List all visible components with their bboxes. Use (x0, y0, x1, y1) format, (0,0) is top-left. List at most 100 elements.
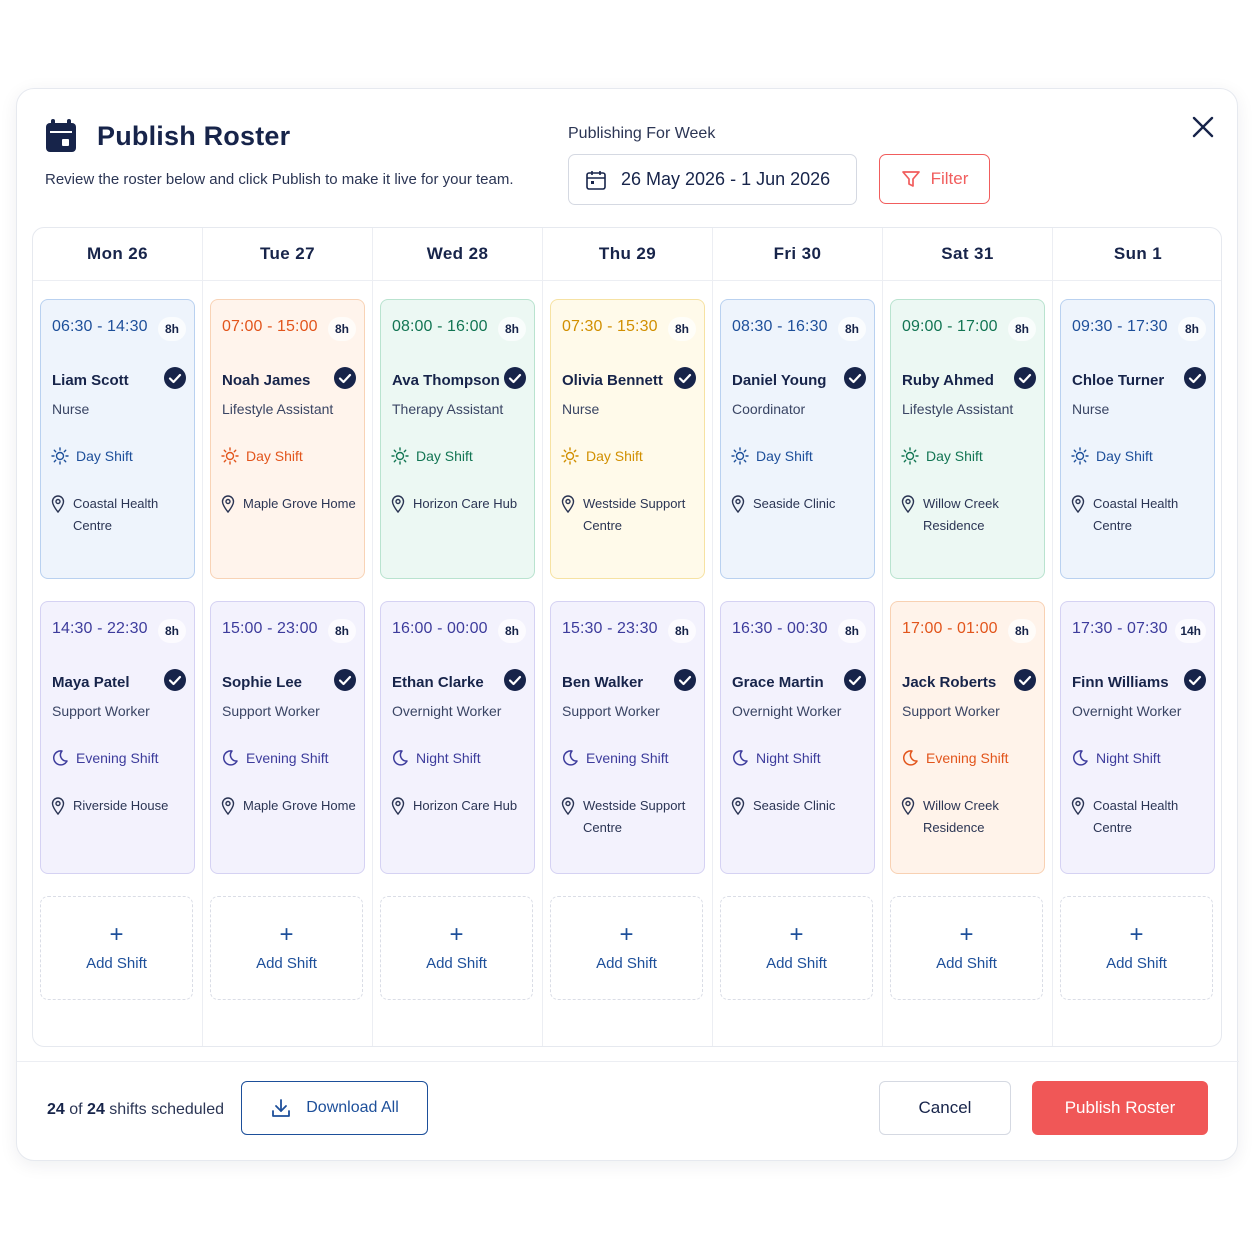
plus-icon: + (959, 920, 974, 948)
staff-name: Ruby Ahmed (902, 372, 994, 389)
shift-card[interactable]: 09:30 - 17:30 8h Chloe Turner Nurse Day Shif… (1060, 299, 1215, 579)
shift-card[interactable]: 08:30 - 16:30 8h Daniel Young Coordinator Da… (720, 299, 875, 579)
add-shift-button[interactable]: + Add Shift (890, 896, 1043, 1000)
location-label: Horizon Care Hub (413, 798, 518, 813)
check-circle-icon (1014, 367, 1036, 389)
shift-time: 09:30 - 17:30 (1072, 318, 1168, 335)
location-label: Seaside Clinic (753, 496, 836, 511)
add-shift-button[interactable]: + Add Shift (720, 896, 873, 1000)
shift-location: Westside Support Centre (561, 493, 701, 537)
shift-duration-badge: 8h (1008, 619, 1036, 643)
check-circle-icon (164, 669, 186, 691)
shift-duration-badge: 8h (1178, 317, 1206, 341)
map-pin-icon (901, 797, 915, 815)
cancel-button[interactable]: Cancel (879, 1081, 1011, 1135)
shift-location: Horizon Care Hub (391, 795, 531, 817)
day-column: Thu 29 07:30 - 15:30 8h Olivia Bennett Nurse… (543, 228, 713, 1046)
scheduled-count: 24 (47, 1101, 65, 1118)
check-circle-icon (1184, 367, 1206, 389)
shift-duration-badge: 8h (158, 317, 186, 341)
day-header: Mon 26 (33, 228, 202, 281)
shift-location: Maple Grove Home (221, 795, 361, 817)
shift-duration-badge: 14h (1175, 619, 1206, 643)
map-pin-icon (391, 495, 405, 513)
shift-location: Willow Creek Residence (901, 493, 1041, 537)
shift-location: Seaside Clinic (731, 795, 871, 817)
shift-card[interactable]: 15:00 - 23:00 8h Sophie Lee Support Worker E… (210, 601, 365, 874)
shift-card[interactable]: 08:00 - 16:00 8h Ava Thompson Therapy Assis… (380, 299, 535, 579)
publish-roster-button[interactable]: Publish Roster (1032, 1081, 1208, 1135)
shift-card[interactable]: 14:30 - 22:30 8h Maya Patel Support Worker E… (40, 601, 195, 874)
shift-card[interactable]: 17:00 - 01:00 8h Jack Roberts Support Worke… (890, 601, 1045, 874)
location-label: Horizon Care Hub (413, 496, 518, 511)
map-pin-icon (901, 495, 915, 513)
staff-role: Nurse (562, 401, 600, 417)
check-circle-icon (164, 367, 186, 389)
add-shift-button[interactable]: + Add Shift (210, 896, 363, 1000)
add-shift-button[interactable]: + Add Shift (550, 896, 703, 1000)
staff-role: Therapy Assistant (392, 401, 504, 417)
shift-card[interactable]: 07:30 - 15:30 8h Olivia Bennett Nurse Day Sh… (550, 299, 705, 579)
shift-card[interactable]: 07:00 - 15:00 8h Noah James Lifestyle Assis… (210, 299, 365, 579)
shift-card[interactable]: 15:30 - 23:30 8h Ben Walker Support Worker E… (550, 601, 705, 874)
staff-role: Support Worker (222, 703, 320, 719)
shift-duration-badge: 8h (668, 619, 696, 643)
staff-role: Support Worker (902, 703, 1000, 719)
add-shift-button[interactable]: + Add Shift (40, 896, 193, 1000)
shift-duration-badge: 8h (838, 317, 866, 341)
staff-role: Overnight Worker (392, 703, 502, 719)
shift-type: Evening Shift (901, 749, 1009, 767)
shift-time: 17:30 - 07:30 (1072, 620, 1168, 637)
shift-time: 06:30 - 14:30 (52, 318, 148, 335)
day-column: Fri 30 08:30 - 16:30 8h Daniel Young Coordin… (713, 228, 883, 1046)
plus-icon: + (1129, 920, 1144, 948)
shift-card[interactable]: 06:30 - 14:30 8h Liam Scott Nurse Day Shift C… (40, 299, 195, 579)
location-label: Coastal Health Centre (1093, 798, 1179, 835)
shift-location: Willow Creek Residence (901, 795, 1041, 839)
filter-button[interactable]: Filter (879, 154, 990, 204)
shift-type-label: Day Shift (926, 448, 983, 464)
check-circle-icon (1184, 669, 1206, 691)
sun-icon (51, 447, 69, 465)
staff-name: Finn Williams (1072, 674, 1169, 691)
moon-icon (52, 750, 68, 766)
week-label: Publishing For Week (568, 125, 716, 142)
staff-role: Support Worker (562, 703, 660, 719)
plus-icon: + (789, 920, 804, 948)
shift-location: Coastal Health Centre (1071, 795, 1211, 839)
shift-type: Day Shift (731, 447, 813, 465)
sun-icon (561, 447, 579, 465)
location-label: Westside Support Centre (583, 798, 686, 835)
shift-type-label: Night Shift (1096, 750, 1161, 766)
add-shift-button[interactable]: + Add Shift (1060, 896, 1213, 1000)
map-pin-icon (51, 495, 65, 513)
day-column: Sat 31 09:00 - 17:00 8h Ruby Ahmed Lifestyle… (883, 228, 1053, 1046)
location-label: Seaside Clinic (753, 798, 836, 813)
moon-icon (222, 750, 238, 766)
add-shift-label: Add Shift (766, 954, 827, 972)
check-circle-icon (1014, 669, 1036, 691)
location-label: Coastal Health Centre (73, 496, 159, 533)
check-circle-icon (844, 367, 866, 389)
shift-card[interactable]: 16:00 - 00:00 8h Ethan Clarke Overnight Wor… (380, 601, 535, 874)
location-label: Riverside House (73, 798, 169, 813)
add-shift-button[interactable]: + Add Shift (380, 896, 533, 1000)
shift-duration-badge: 8h (838, 619, 866, 643)
shift-type-label: Night Shift (416, 750, 481, 766)
count-of: of (69, 1101, 83, 1118)
day-column: Tue 27 07:00 - 15:00 8h Noah James Lifestyle… (203, 228, 373, 1046)
moon-icon (392, 750, 408, 766)
plus-icon: + (449, 920, 464, 948)
filter-label: Filter (930, 169, 969, 188)
shift-card[interactable]: 17:30 - 07:30 14h Finn Williams Overnight W… (1060, 601, 1215, 874)
close-icon[interactable] (1189, 113, 1217, 141)
shift-location: Maple Grove Home (221, 493, 361, 515)
week-picker[interactable]: 26 May 2026 - 1 Jun 2026 (568, 154, 857, 205)
map-pin-icon (221, 495, 235, 513)
shift-card[interactable]: 16:30 - 00:30 8h Grace Martin Overnight Wor… (720, 601, 875, 874)
shift-time: 07:30 - 15:30 (562, 318, 658, 335)
staff-name: Daniel Young (732, 372, 827, 389)
shift-card[interactable]: 09:00 - 17:00 8h Ruby Ahmed Lifestyle Assis… (890, 299, 1045, 579)
map-pin-icon (561, 495, 575, 513)
download-all-button[interactable]: Download All (241, 1081, 428, 1135)
